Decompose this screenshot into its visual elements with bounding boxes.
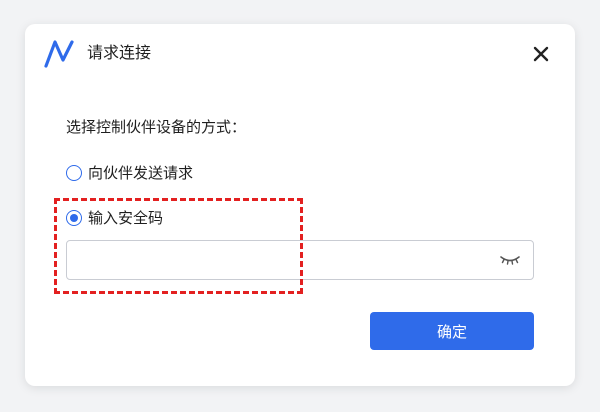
method-prompt: 选择控制伙伴设备的方式：: [66, 118, 247, 136]
request-connection-dialog: 请求连接 选择控制伙伴设备的方式： 向伙伴发送请求 输入安全码 确定: [25, 24, 575, 386]
option-send-request-label: 向伙伴发送请求: [88, 164, 194, 182]
option-send-request[interactable]: 向伙伴发送请求: [66, 162, 193, 183]
app-logo-icon: [44, 40, 74, 68]
option-enter-code[interactable]: 输入安全码: [66, 207, 163, 228]
dialog-title: 请求连接: [87, 43, 152, 62]
radio-send-request[interactable]: [66, 164, 82, 181]
confirm-button[interactable]: 确定: [370, 312, 534, 350]
eye-closed-icon[interactable]: [499, 254, 521, 266]
security-code-input[interactable]: [66, 240, 534, 280]
radio-enter-code[interactable]: [66, 209, 82, 226]
option-enter-code-label: 输入安全码: [88, 209, 164, 227]
close-icon[interactable]: [531, 44, 551, 64]
radio-selected-dot: [70, 213, 78, 222]
